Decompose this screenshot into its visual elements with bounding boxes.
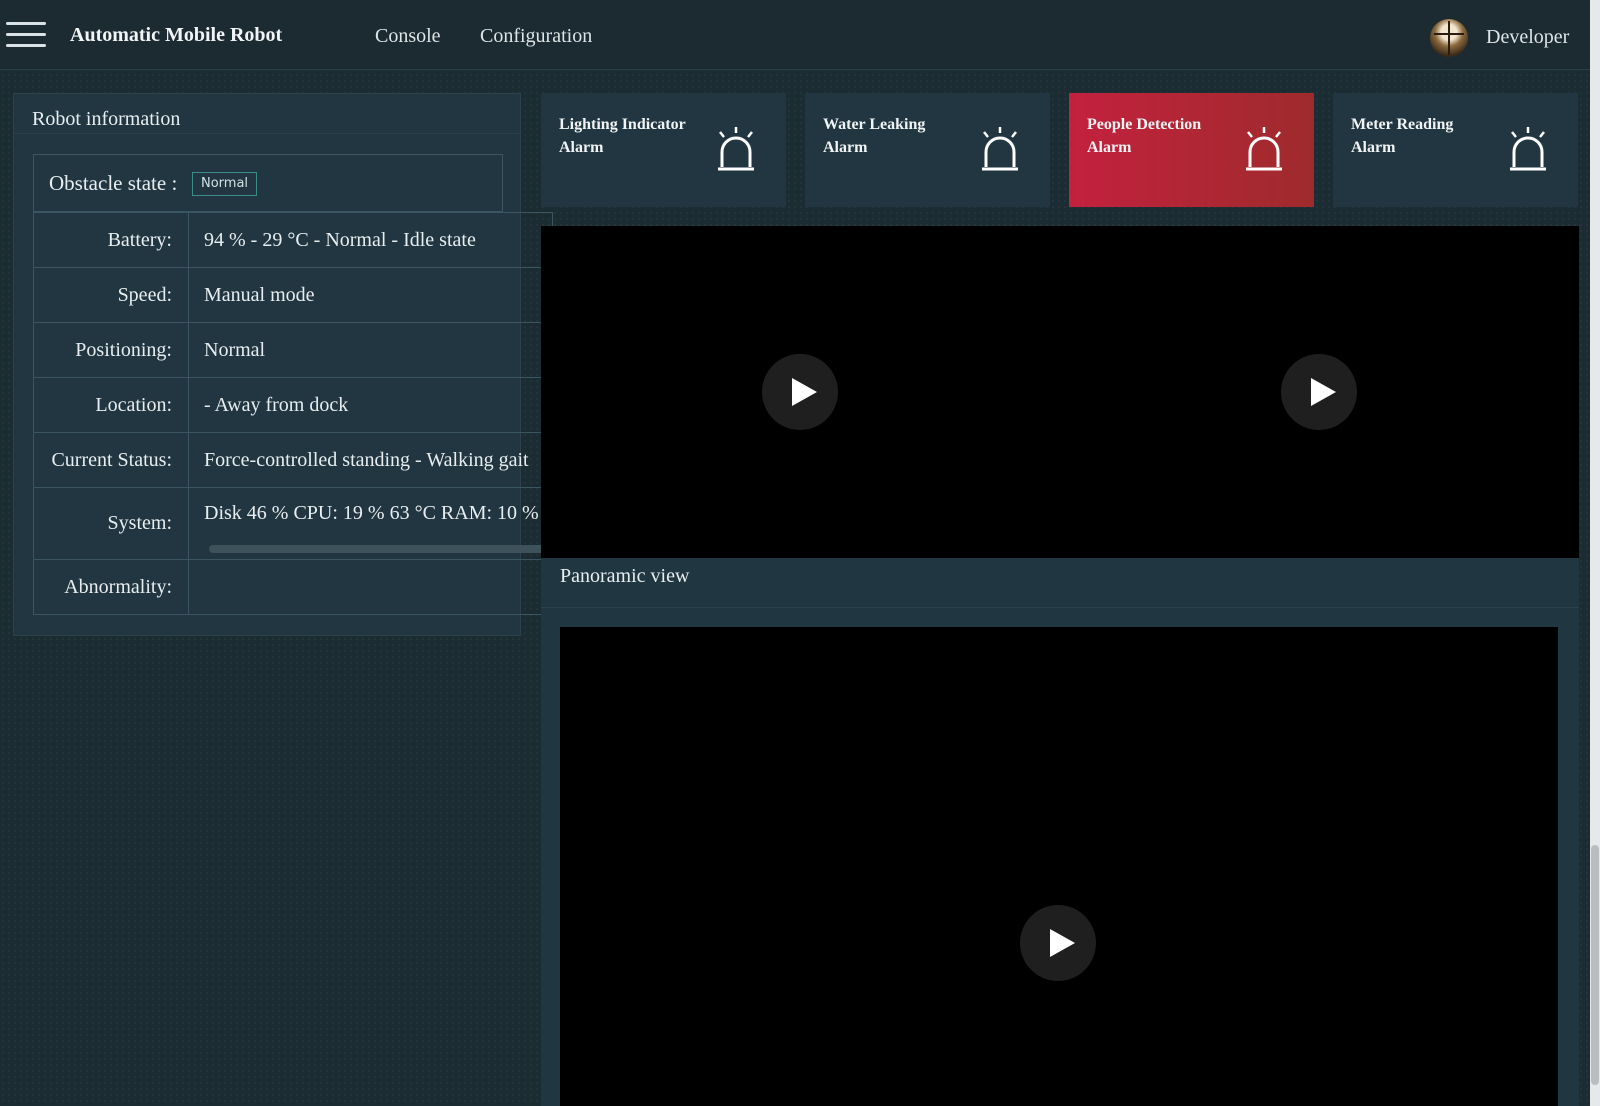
row-label-abnormality: Abnormality: xyxy=(33,559,189,615)
alarm-card-water-leaking[interactable]: Water Leaking Alarm xyxy=(805,93,1050,207)
alarm-label-line2: Alarm xyxy=(823,139,868,156)
row-label-location: Location: xyxy=(33,377,189,433)
alarm-label: Lighting Indicator Alarm xyxy=(559,113,709,159)
row-value-system-cell: Disk 46 % CPU: 19 % 63 °C RAM: 10 % xyxy=(188,487,553,560)
avatar[interactable] xyxy=(1430,19,1468,57)
robot-info-title: Robot information xyxy=(14,94,520,134)
top-navbar: Automatic Mobile Robot Console Configura… xyxy=(0,0,1590,70)
nav-configuration[interactable]: Configuration xyxy=(480,25,592,48)
alarm-label: Meter Reading Alarm xyxy=(1351,113,1501,159)
alarm-siren-icon xyxy=(718,127,754,171)
nav-console[interactable]: Console xyxy=(375,25,441,48)
table-row: Current Status: Force-controlled standin… xyxy=(33,432,553,488)
panoramic-video-player[interactable] xyxy=(560,627,1558,1106)
scrollbar-thumb[interactable] xyxy=(1591,845,1599,1085)
row-value-current-status: Force-controlled standing - Walking gait xyxy=(188,432,553,488)
alarm-card-lighting-indicator[interactable]: Lighting Indicator Alarm xyxy=(541,93,786,207)
row-label-current-status: Current Status: xyxy=(33,432,189,488)
menu-icon[interactable] xyxy=(6,22,46,50)
table-row: Positioning: Normal xyxy=(33,322,553,378)
panoramic-view-title: Panoramic view xyxy=(541,558,1579,608)
table-row: Battery: 94 % - 29 °C - Normal - Idle st… xyxy=(33,212,553,268)
row-value-system: Disk 46 % CPU: 19 % 63 °C RAM: 10 % xyxy=(204,502,539,524)
user-name[interactable]: Developer xyxy=(1486,26,1569,49)
table-row: System: Disk 46 % CPU: 19 % 63 °C RAM: 1… xyxy=(33,487,553,560)
row-label-positioning: Positioning: xyxy=(33,322,189,378)
table-row: Abnormality: xyxy=(33,559,553,615)
alarm-siren-icon xyxy=(982,127,1018,171)
horizontal-scrollbar[interactable] xyxy=(209,545,551,553)
play-icon[interactable] xyxy=(1281,354,1357,430)
alarm-siren-icon xyxy=(1510,127,1546,171)
panoramic-view-panel: Panoramic view xyxy=(541,558,1579,1106)
alarm-label-line1: Meter Reading xyxy=(1351,116,1454,133)
obstacle-state-label: Obstacle state : xyxy=(49,171,178,195)
row-value-speed: Manual mode xyxy=(188,267,553,323)
status-badge: Normal xyxy=(192,172,258,196)
robot-info-panel: Robot information Obstacle state : Norma… xyxy=(13,93,553,636)
alarm-label-line1: Water Leaking xyxy=(823,116,926,133)
system-scroll-area: Disk 46 % CPU: 19 % 63 °C RAM: 10 % xyxy=(204,489,552,559)
play-icon[interactable] xyxy=(762,354,838,430)
app-title: Automatic Mobile Robot xyxy=(70,24,283,46)
table-row: Location: - Away from dock xyxy=(33,377,553,433)
row-value-location: - Away from dock xyxy=(188,377,553,433)
alarm-label-line2: Alarm xyxy=(559,139,604,156)
obstacle-state-box: Obstacle state : Normal xyxy=(33,154,503,212)
row-label-speed: Speed: xyxy=(33,267,189,323)
row-label-system: System: xyxy=(33,487,189,560)
alarm-label-line1: Lighting Indicator xyxy=(559,116,686,133)
camera-video-player[interactable] xyxy=(541,226,1579,558)
alarm-card-people-detection[interactable]: People Detection Alarm xyxy=(1069,93,1314,207)
page-scrollbar[interactable] xyxy=(1590,0,1600,1106)
table-row: Speed: Manual mode xyxy=(33,267,553,323)
row-value-battery: 94 % - 29 °C - Normal - Idle state xyxy=(188,212,553,268)
row-label-battery: Battery: xyxy=(33,212,189,268)
alarm-label-line1: People Detection xyxy=(1087,116,1202,133)
alarm-label-line2: Alarm xyxy=(1351,139,1396,156)
row-value-abnormality xyxy=(188,559,553,615)
alarm-card-meter-reading[interactable]: Meter Reading Alarm xyxy=(1333,93,1578,207)
alarm-label: Water Leaking Alarm xyxy=(823,113,973,159)
row-value-positioning: Normal xyxy=(188,322,553,378)
alarm-label: People Detection Alarm xyxy=(1087,113,1237,159)
alarm-siren-icon xyxy=(1246,127,1282,171)
alarm-label-line2: Alarm xyxy=(1087,139,1132,156)
robot-info-table: Battery: 94 % - 29 °C - Normal - Idle st… xyxy=(33,212,553,615)
play-icon[interactable] xyxy=(1020,905,1096,981)
